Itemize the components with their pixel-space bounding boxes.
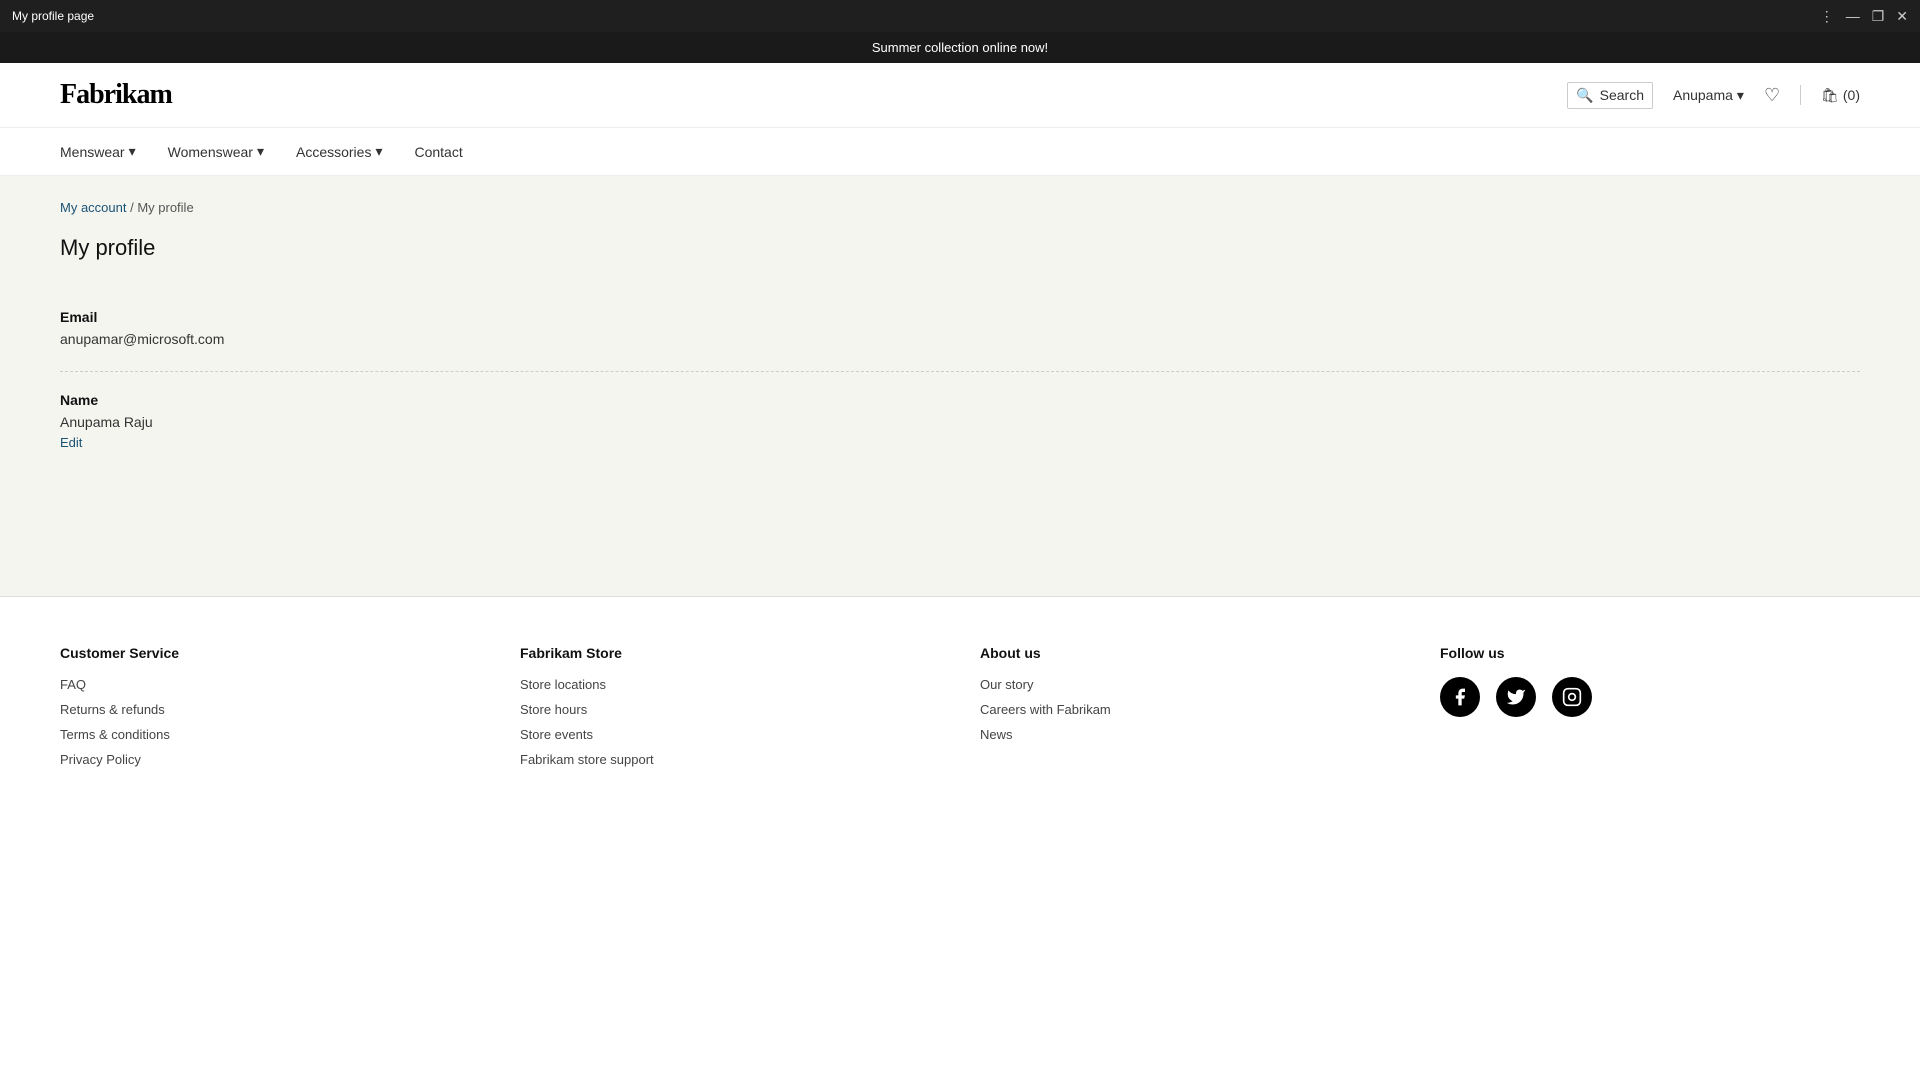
nav-womenswear-label: Womenswear (168, 144, 253, 160)
footer-store-events-link[interactable]: Store events (520, 727, 940, 742)
nav-menswear[interactable]: Menswear ▾ (60, 128, 136, 175)
restore-button[interactable]: ❐ (1872, 8, 1885, 25)
customer-service-title: Customer Service (60, 645, 480, 661)
profile-section: Email anupamar@microsoft.com Name Anupam… (60, 289, 1860, 470)
footer-terms-link[interactable]: Terms & conditions (60, 727, 480, 742)
cart-count: (0) (1843, 87, 1860, 103)
chevron-down-icon: ▾ (1737, 87, 1744, 104)
chevron-down-icon: ▾ (129, 143, 136, 160)
footer-follow-us: Follow us (1440, 645, 1860, 777)
header-divider (1800, 85, 1801, 105)
footer-about-us: About us Our story Careers with Fabrikam… (980, 645, 1400, 777)
footer-store-hours-link[interactable]: Store hours (520, 702, 940, 717)
name-value: Anupama Raju (60, 414, 1860, 430)
nav-accessories[interactable]: Accessories ▾ (296, 128, 383, 175)
page-content: My account / My profile My profile Email… (0, 176, 1920, 596)
footer-customer-service: Customer Service FAQ Returns & refunds T… (60, 645, 480, 777)
close-button[interactable]: ✕ (1896, 8, 1908, 25)
search-button[interactable]: 🔍 Search (1567, 82, 1653, 109)
nav-contact[interactable]: Contact (414, 128, 462, 175)
browser-tab-title: My profile page (12, 9, 94, 23)
breadcrumb-account-link[interactable]: My account (60, 200, 126, 215)
footer-fabrikam-store: Fabrikam Store Store locations Store hou… (520, 645, 940, 777)
main-nav: Menswear ▾ Womenswear ▾ Accessories ▾ Co… (0, 128, 1920, 176)
footer-faq-link[interactable]: FAQ (60, 677, 480, 692)
footer-store-locations-link[interactable]: Store locations (520, 677, 940, 692)
social-icons (1440, 677, 1860, 717)
email-label: Email (60, 309, 1860, 325)
nav-contact-label: Contact (414, 144, 462, 160)
announcement-bar: Summer collection online now! (0, 32, 1920, 63)
footer: Customer Service FAQ Returns & refunds T… (0, 596, 1920, 817)
wishlist-button[interactable]: ♡ (1764, 85, 1780, 106)
nav-menswear-label: Menswear (60, 144, 125, 160)
chevron-down-icon: ▾ (257, 143, 264, 160)
email-field-section: Email anupamar@microsoft.com (60, 289, 1860, 372)
nav-womenswear[interactable]: Womenswear ▾ (168, 128, 264, 175)
chevron-down-icon: ▾ (375, 143, 382, 160)
footer-news-link[interactable]: News (980, 727, 1400, 742)
email-value: anupamar@microsoft.com (60, 331, 1860, 347)
browser-chrome: My profile page ⋮ — ❐ ✕ (0, 0, 1920, 32)
breadcrumb-current: My profile (137, 200, 193, 215)
nav-accessories-label: Accessories (296, 144, 371, 160)
announcement-text: Summer collection online now! (872, 40, 1048, 55)
logo[interactable]: Fabrikam (60, 79, 172, 111)
follow-us-title: Follow us (1440, 645, 1860, 661)
breadcrumb: My account / My profile (60, 200, 1860, 215)
header-actions: 🔍 Search Anupama ▾ ♡ 🛍 (0) (1567, 82, 1860, 109)
edit-name-link[interactable]: Edit (60, 435, 82, 450)
footer-returns-link[interactable]: Returns & refunds (60, 702, 480, 717)
minimize-button[interactable]: — (1846, 8, 1860, 25)
instagram-icon[interactable] (1552, 677, 1592, 717)
cart-button[interactable]: 🛍 (0) (1821, 87, 1860, 104)
browser-dots[interactable]: ⋮ (1820, 8, 1834, 25)
twitter-icon[interactable] (1496, 677, 1536, 717)
browser-controls: ⋮ — ❐ ✕ (1820, 8, 1908, 25)
cart-icon: 🛍 (1821, 87, 1839, 104)
page-title: My profile (60, 235, 1860, 261)
facebook-icon[interactable] (1440, 677, 1480, 717)
footer-careers-link[interactable]: Careers with Fabrikam (980, 702, 1400, 717)
heart-icon: ♡ (1764, 85, 1780, 105)
search-icon: 🔍 (1576, 87, 1593, 104)
footer-privacy-link[interactable]: Privacy Policy (60, 752, 480, 767)
footer-store-support-link[interactable]: Fabrikam store support (520, 752, 940, 767)
user-label: Anupama (1673, 87, 1733, 103)
name-field-section: Name Anupama Raju Edit (60, 372, 1860, 470)
fabrikam-store-title: Fabrikam Store (520, 645, 940, 661)
about-us-title: About us (980, 645, 1400, 661)
search-label: Search (1600, 87, 1644, 103)
header: Fabrikam 🔍 Search Anupama ▾ ♡ 🛍 (0) (0, 63, 1920, 128)
name-label: Name (60, 392, 1860, 408)
footer-our-story-link[interactable]: Our story (980, 677, 1400, 692)
user-menu-button[interactable]: Anupama ▾ (1673, 87, 1744, 104)
breadcrumb-separator: / (126, 200, 137, 215)
footer-grid: Customer Service FAQ Returns & refunds T… (60, 645, 1860, 777)
